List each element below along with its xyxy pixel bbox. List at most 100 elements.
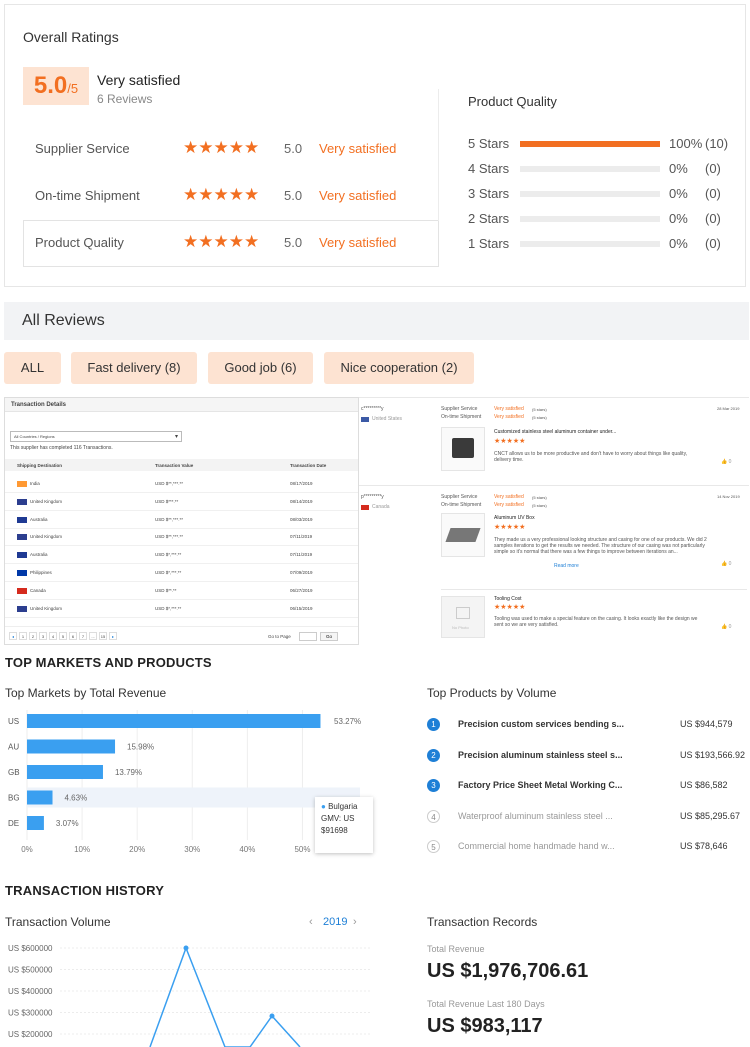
country-filter-select[interactable]: All Countries / Regions ▾ <box>10 431 182 442</box>
tag-good-job[interactable]: Good job (6) <box>208 352 313 384</box>
product-quality-title: Product Quality <box>468 94 557 109</box>
page-number[interactable]: 4 <box>49 632 57 640</box>
star-level-pct: 0% <box>669 211 688 226</box>
product-name-link[interactable]: Commercial home handmade hand w... <box>458 841 615 851</box>
goto-page-input[interactable] <box>299 632 317 641</box>
x-tick-label: 40% <box>239 845 255 854</box>
star-level-bar <box>520 166 660 172</box>
product-rank-badge: 2 <box>427 748 440 762</box>
tx-summary: This supplier has completed 116 Transact… <box>10 445 113 451</box>
prev-year-icon[interactable]: ‹ <box>309 916 313 928</box>
page-number[interactable]: 2 <box>29 632 37 640</box>
review-list: c*********y United States Supplier Servi… <box>359 397 749 645</box>
next-year-icon[interactable]: › <box>353 916 357 928</box>
tag-all[interactable]: ALL <box>4 352 61 384</box>
product-name-link[interactable]: Precision aluminum stainless steel s... <box>458 750 623 760</box>
thumbs-up-icon[interactable]: 👍 0 <box>721 624 731 630</box>
bar-gb <box>27 765 103 779</box>
product-volume: US $78,646 <box>680 841 728 851</box>
tx-value: USD $*,***.** <box>155 552 182 558</box>
product-thumbnail[interactable]: No Photo <box>441 596 485 638</box>
tx-country: Canada <box>30 587 46 593</box>
review-product[interactable]: Customized stainless steel aluminum cont… <box>494 429 616 435</box>
rating-row-label: Supplier Service <box>35 141 130 156</box>
tx-table-row: United Kingdom USD $**,***.** 07/11/2019 <box>5 528 358 547</box>
page-number[interactable]: 5 <box>59 632 67 640</box>
page-number[interactable]: 15 <box>99 632 107 640</box>
tx-value: USD $**,***.** <box>155 534 184 540</box>
shipment-value: Very satisfied <box>494 414 524 420</box>
review-date: 14 Nov 2019 <box>717 494 740 499</box>
ratings-divider <box>438 89 439 221</box>
x-tick-label: 30% <box>184 845 200 854</box>
tooltip-series: Bulgaria <box>328 802 358 811</box>
service-value: Very satisfied <box>494 406 524 412</box>
transaction-details-panel: Transaction Details All Countries / Regi… <box>4 397 359 645</box>
tx-country: Australia <box>30 516 48 522</box>
review-product[interactable]: Aluminum UV Box <box>494 515 535 521</box>
y-tick-label: US $600000 <box>8 944 53 953</box>
product-thumbnail[interactable] <box>441 427 485 471</box>
all-reviews-title: All Reviews <box>22 312 105 329</box>
tx-title-bar: Transaction Details <box>5 398 358 412</box>
rating-row-score: 5.0 <box>284 188 303 203</box>
product-volume: US $944,579 <box>680 719 733 729</box>
x-tick-label: 20% <box>129 845 145 854</box>
product-thumbnail[interactable] <box>441 513 485 557</box>
tag-nice-cooperation[interactable]: Nice cooperation (2) <box>324 352 474 384</box>
tx-date: 08/14/2019 <box>290 498 313 504</box>
read-more-link[interactable]: Read more <box>554 563 579 569</box>
tx-pagination: ◂ 1 2 3 4 5 6 7... 15 ▸ Go to Page Go <box>5 626 358 645</box>
ratings-title: Overall Ratings <box>23 29 119 45</box>
tx-table-row: United Kingdom USD $***.** 08/14/2019 <box>5 493 358 511</box>
go-button[interactable]: Go <box>320 632 338 641</box>
page-number[interactable]: 6 <box>69 632 77 640</box>
product-name-link[interactable]: Waterproof aluminum stainless steel ... <box>458 811 613 821</box>
thumbs-up-icon[interactable]: 👍 0 <box>721 561 731 567</box>
product-name-link[interactable]: Factory Price Sheet Metal Working C... <box>458 780 622 790</box>
bar-value-label: 53.27% <box>334 717 361 726</box>
country-flag-icon <box>17 481 27 487</box>
y-tick-label: US $300000 <box>8 1009 53 1018</box>
buyer-country: Canada <box>372 504 390 510</box>
markets-chart-title: Top Markets by Total Revenue <box>5 686 167 700</box>
volume-line <box>149 945 301 1047</box>
tx-date: 08/03/2019 <box>290 516 313 522</box>
thumbs-up-icon[interactable]: 👍 0 <box>721 459 731 465</box>
rating-row-label: On-time Shipment <box>35 188 140 203</box>
buyer-name: p*********y <box>361 494 384 500</box>
chart-tooltip: ● Bulgaria GMV: US $91698 <box>315 797 373 853</box>
review-item: p*********y Canada Supplier Service Very… <box>359 489 749 579</box>
page-number[interactable]: 7 <box>79 632 87 640</box>
y-category-label: BG <box>8 794 20 803</box>
history-section-title: TRANSACTION HISTORY <box>5 883 165 898</box>
page-number[interactable]: 3 <box>39 632 47 640</box>
star-level-pct: 0% <box>669 161 688 176</box>
overall-score-max: /5 <box>67 81 79 96</box>
page-number[interactable]: ... <box>89 632 97 640</box>
bar-value-label: 15.98% <box>127 743 154 752</box>
tag-fast-delivery[interactable]: Fast delivery (8) <box>71 352 197 384</box>
product-volume: US $86,582 <box>680 780 728 790</box>
review-text: CNCT allows us to be more productive and… <box>494 451 688 463</box>
page-number[interactable]: 1 <box>19 632 27 640</box>
product-name-link[interactable]: Precision custom services bending s... <box>458 719 624 729</box>
tx-value: USD $**,***.** <box>155 481 184 486</box>
tx-country: Australia <box>30 552 48 558</box>
no-photo-label: No Photo <box>452 625 469 630</box>
y-category-label: AU <box>8 743 19 752</box>
transaction-volume-chart: US $600000 US $500000 US $400000 US $300000… <box>8 944 372 1047</box>
all-reviews-header: All Reviews <box>4 302 749 340</box>
tx-date: 08/17/2019 <box>290 481 313 486</box>
tx-table-row: Canada USD $**.** 06/27/2019 <box>5 582 358 600</box>
first-page-icon[interactable]: ◂ <box>9 632 17 640</box>
star-rating-icons: ★★★★★ <box>183 185 260 204</box>
overall-score-text: Very satisfied <box>97 72 181 88</box>
service-score: (5 stars) <box>532 407 547 412</box>
last180-value: US $983,117 <box>427 1015 543 1037</box>
buyer-country: United States <box>372 416 403 422</box>
last-page-icon[interactable]: ▸ <box>109 632 117 640</box>
review-product[interactable]: Tooling Cost <box>494 596 522 602</box>
rating-row-text: Very satisfied <box>319 141 397 156</box>
tx-date: 06/15/2019 <box>290 605 313 611</box>
